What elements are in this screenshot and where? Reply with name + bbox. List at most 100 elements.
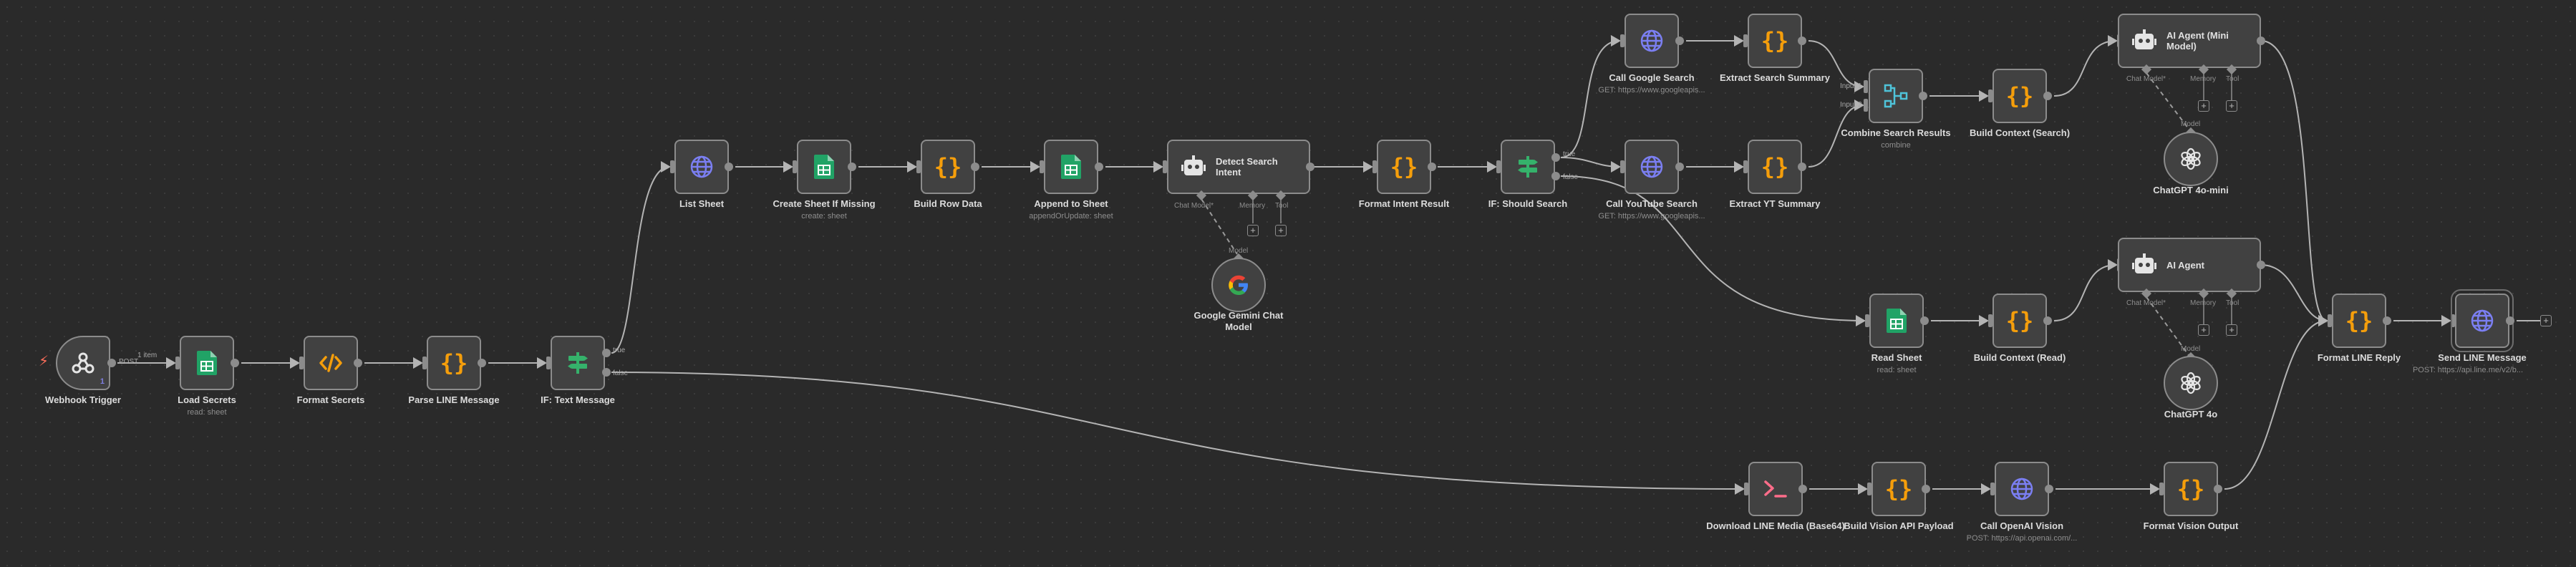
node-subtitle: create: sheet (801, 212, 847, 220)
webhook-icon (72, 352, 95, 374)
output-port[interactable] (1919, 92, 1927, 100)
google-sheets-icon (1061, 155, 1081, 179)
node-format-line-reply[interactable]: {} (2332, 294, 2386, 348)
braces-icon: {} (2005, 307, 2034, 334)
port-label-tool: Tool (2226, 75, 2240, 83)
output-port[interactable] (2043, 316, 2052, 325)
node-label: ChatGPT 4o (2164, 409, 2218, 420)
globe-icon (2010, 478, 2033, 500)
add-memory-button[interactable]: + (2198, 324, 2209, 336)
output-port[interactable] (725, 163, 733, 171)
node-build-vision-payload[interactable]: {} (1872, 462, 1926, 516)
node-build-context-search[interactable]: {} (1992, 69, 2047, 123)
output-port[interactable] (2043, 92, 2052, 100)
node-label: Build Context (Search) (1969, 127, 2071, 138)
output-port[interactable] (1798, 485, 1807, 493)
output-port[interactable] (2045, 485, 2053, 493)
output-port[interactable] (1095, 163, 1103, 171)
output-port[interactable] (971, 163, 979, 171)
node-webhook-trigger[interactable]: 1 (56, 336, 110, 390)
node-format-vision-output[interactable]: {} (2164, 462, 2218, 516)
output-port-true[interactable] (1551, 153, 1560, 162)
input-port-2[interactable] (1864, 99, 1868, 112)
output-port-false[interactable] (1551, 172, 1560, 180)
node-format-secrets[interactable] (304, 336, 358, 390)
output-port[interactable] (2383, 316, 2391, 325)
port-label-memory: Memory (2190, 299, 2217, 307)
node-extract-yt-summary[interactable]: {} (1748, 140, 1802, 194)
node-subtitle: POST: https://api.line.me/v2/b... (2412, 366, 2524, 374)
wire (2224, 315, 2328, 490)
trigger-bolt-icon: ⚡ (39, 354, 49, 369)
node-create-sheet[interactable] (797, 140, 851, 194)
output-port-false[interactable] (602, 368, 611, 377)
node-subtitle: read: sheet (187, 408, 227, 417)
output-port[interactable] (1920, 316, 1929, 325)
node-format-intent-result[interactable]: {} (1377, 140, 1431, 194)
node-ai-agent[interactable]: AI Agent (2118, 238, 2261, 292)
port-label-tool: Tool (1275, 202, 1289, 210)
globe-icon (1640, 29, 1663, 52)
port-label-tool: Tool (2226, 299, 2240, 307)
output-port[interactable] (1675, 163, 1684, 171)
output-port[interactable] (1922, 485, 1930, 493)
node-label: Format Vision Output (2143, 520, 2239, 531)
node-parse-line-message[interactable]: {} (427, 336, 481, 390)
node-ai-agent-mini[interactable]: AI Agent (Mini Model) (2118, 14, 2261, 68)
node-chatgpt-4o-mini[interactable] (2164, 132, 2218, 186)
node-load-secrets[interactable] (180, 336, 234, 390)
node-chatgpt-4o[interactable] (2164, 356, 2218, 410)
output-port[interactable] (231, 359, 239, 367)
node-call-google-search[interactable] (1624, 14, 1679, 68)
add-tool-button[interactable]: + (2226, 100, 2237, 112)
add-memory-button[interactable]: + (2198, 100, 2209, 112)
add-memory-button[interactable]: + (1247, 225, 1259, 236)
node-call-youtube-search[interactable] (1624, 140, 1679, 194)
output-port[interactable] (1798, 163, 1806, 171)
node-gemini-model[interactable] (1211, 258, 1266, 312)
port-label-chat-model: Chat Model* (2126, 299, 2166, 307)
braces-icon: {} (2176, 475, 2205, 503)
output-port[interactable] (2257, 37, 2265, 45)
code-icon (319, 354, 342, 372)
output-port[interactable] (478, 359, 486, 367)
output-port[interactable] (2257, 261, 2265, 269)
wire (611, 161, 671, 354)
node-send-line-message[interactable] (2451, 289, 2514, 352)
node-detect-search-intent[interactable]: Detect Search Intent (1167, 140, 1310, 194)
output-port[interactable] (354, 359, 362, 367)
node-if-should-search[interactable] (1501, 140, 1555, 194)
add-node-button[interactable]: + (2540, 315, 2552, 326)
wire (2053, 259, 2118, 321)
workflow-canvas[interactable]: ⚡ 1 POST 1 item Webhook Trigger Load Sec… (0, 0, 2576, 567)
node-label: Google Gemini Chat Model (1193, 310, 1284, 332)
output-port[interactable] (1306, 163, 1314, 171)
node-download-line-media[interactable] (1748, 462, 1803, 516)
output-port[interactable] (1675, 37, 1684, 45)
node-append-to-sheet[interactable] (1044, 140, 1098, 194)
braces-icon: {} (2005, 82, 2034, 110)
output-port[interactable] (2214, 485, 2222, 493)
add-tool-button[interactable]: + (1275, 225, 1287, 236)
output-port-true[interactable] (602, 349, 611, 357)
node-call-openai-vision[interactable] (1995, 462, 2049, 516)
output-port[interactable] (2506, 316, 2514, 325)
input-port-1[interactable] (1864, 80, 1868, 93)
node-build-row-data[interactable]: {} (921, 140, 975, 194)
node-combine-search-results[interactable] (1869, 69, 1923, 123)
output-port[interactable] (107, 359, 116, 367)
node-read-sheet[interactable] (1869, 294, 1924, 348)
add-tool-button[interactable]: + (2226, 324, 2237, 336)
output-port[interactable] (848, 163, 856, 171)
braces-icon: {} (1761, 153, 1789, 180)
if-icon (1518, 156, 1538, 178)
output-port[interactable] (1428, 163, 1436, 171)
node-extract-search-summary[interactable]: {} (1748, 14, 1802, 68)
node-subtitle: POST: https://api.openai.com/... (1966, 534, 2078, 543)
node-title: AI Agent (Mini Model) (2166, 30, 2229, 52)
output-port[interactable] (1798, 37, 1806, 45)
node-build-context-read[interactable]: {} (1992, 294, 2047, 348)
node-if-text-message[interactable] (551, 336, 605, 390)
port-label-chat-model: Chat Model* (1174, 202, 1214, 210)
node-list-sheet[interactable] (674, 140, 729, 194)
